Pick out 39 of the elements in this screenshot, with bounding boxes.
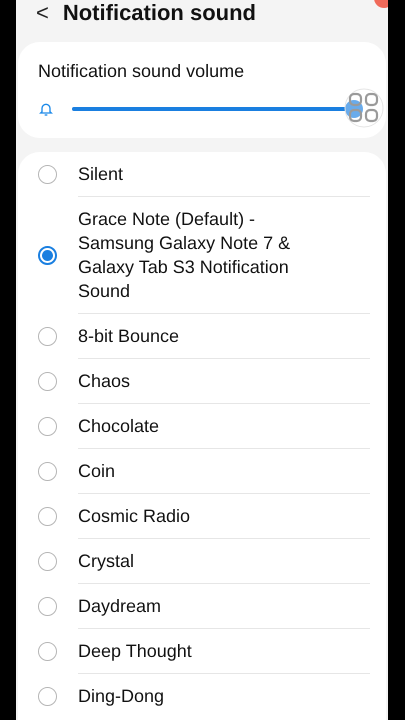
sound-option[interactable]: Grace Note (Default) - Samsung Galaxy Note 7 & Galaxy Tab S3 Notification Sound bbox=[18, 197, 386, 314]
radio-button[interactable] bbox=[38, 597, 57, 616]
radio-button[interactable] bbox=[38, 642, 57, 661]
grid-icon[interactable] bbox=[344, 88, 384, 128]
sound-label: Deep Thought bbox=[78, 640, 193, 663]
sound-option[interactable]: Cosmic Radio bbox=[18, 494, 386, 539]
sound-option[interactable]: 8-bit Bounce bbox=[18, 314, 386, 359]
sound-option[interactable]: Ding-Dong bbox=[18, 674, 386, 718]
radio-button[interactable] bbox=[38, 462, 57, 481]
sound-label: 8-bit Bounce bbox=[78, 325, 180, 348]
radio-button[interactable] bbox=[38, 507, 57, 526]
sound-label: Coin bbox=[78, 460, 116, 483]
sound-option[interactable]: Crystal bbox=[18, 539, 386, 584]
volume-slider[interactable] bbox=[72, 98, 360, 120]
page-title: Notification sound bbox=[62, 2, 256, 24]
radio-button[interactable] bbox=[38, 552, 57, 571]
radio-button[interactable] bbox=[38, 165, 57, 184]
sound-option[interactable]: Chaos bbox=[18, 359, 386, 404]
sound-label: Silent bbox=[78, 163, 124, 186]
radio-button[interactable] bbox=[38, 686, 57, 706]
radio-button[interactable] bbox=[38, 417, 57, 436]
sound-label: Crystal bbox=[78, 550, 136, 573]
bell-icon bbox=[38, 100, 54, 116]
sound-option[interactable]: Daydream bbox=[18, 584, 386, 629]
sound-label: Chocolate bbox=[78, 415, 160, 438]
volume-label: Notification sound volume bbox=[38, 60, 246, 82]
radio-button[interactable] bbox=[38, 246, 57, 265]
sound-option[interactable]: Coin bbox=[18, 449, 386, 494]
sound-label: Daydream bbox=[78, 595, 162, 618]
sound-option[interactable]: Silent bbox=[18, 152, 386, 197]
sound-label: Grace Note (Default) - Samsung Galaxy Note 7 & Galaxy Tab S3 Notification Sound bbox=[78, 208, 292, 303]
back-button[interactable]: < bbox=[36, 2, 49, 24]
sound-label: Cosmic Radio bbox=[78, 505, 192, 528]
sound-label: Chaos bbox=[78, 370, 132, 393]
sound-option[interactable]: Chocolate bbox=[18, 404, 386, 449]
radio-button[interactable] bbox=[38, 327, 57, 346]
sound-label: Ding-Dong bbox=[78, 685, 166, 708]
radio-button[interactable] bbox=[38, 372, 57, 391]
sound-option[interactable]: Deep Thought bbox=[18, 629, 386, 674]
